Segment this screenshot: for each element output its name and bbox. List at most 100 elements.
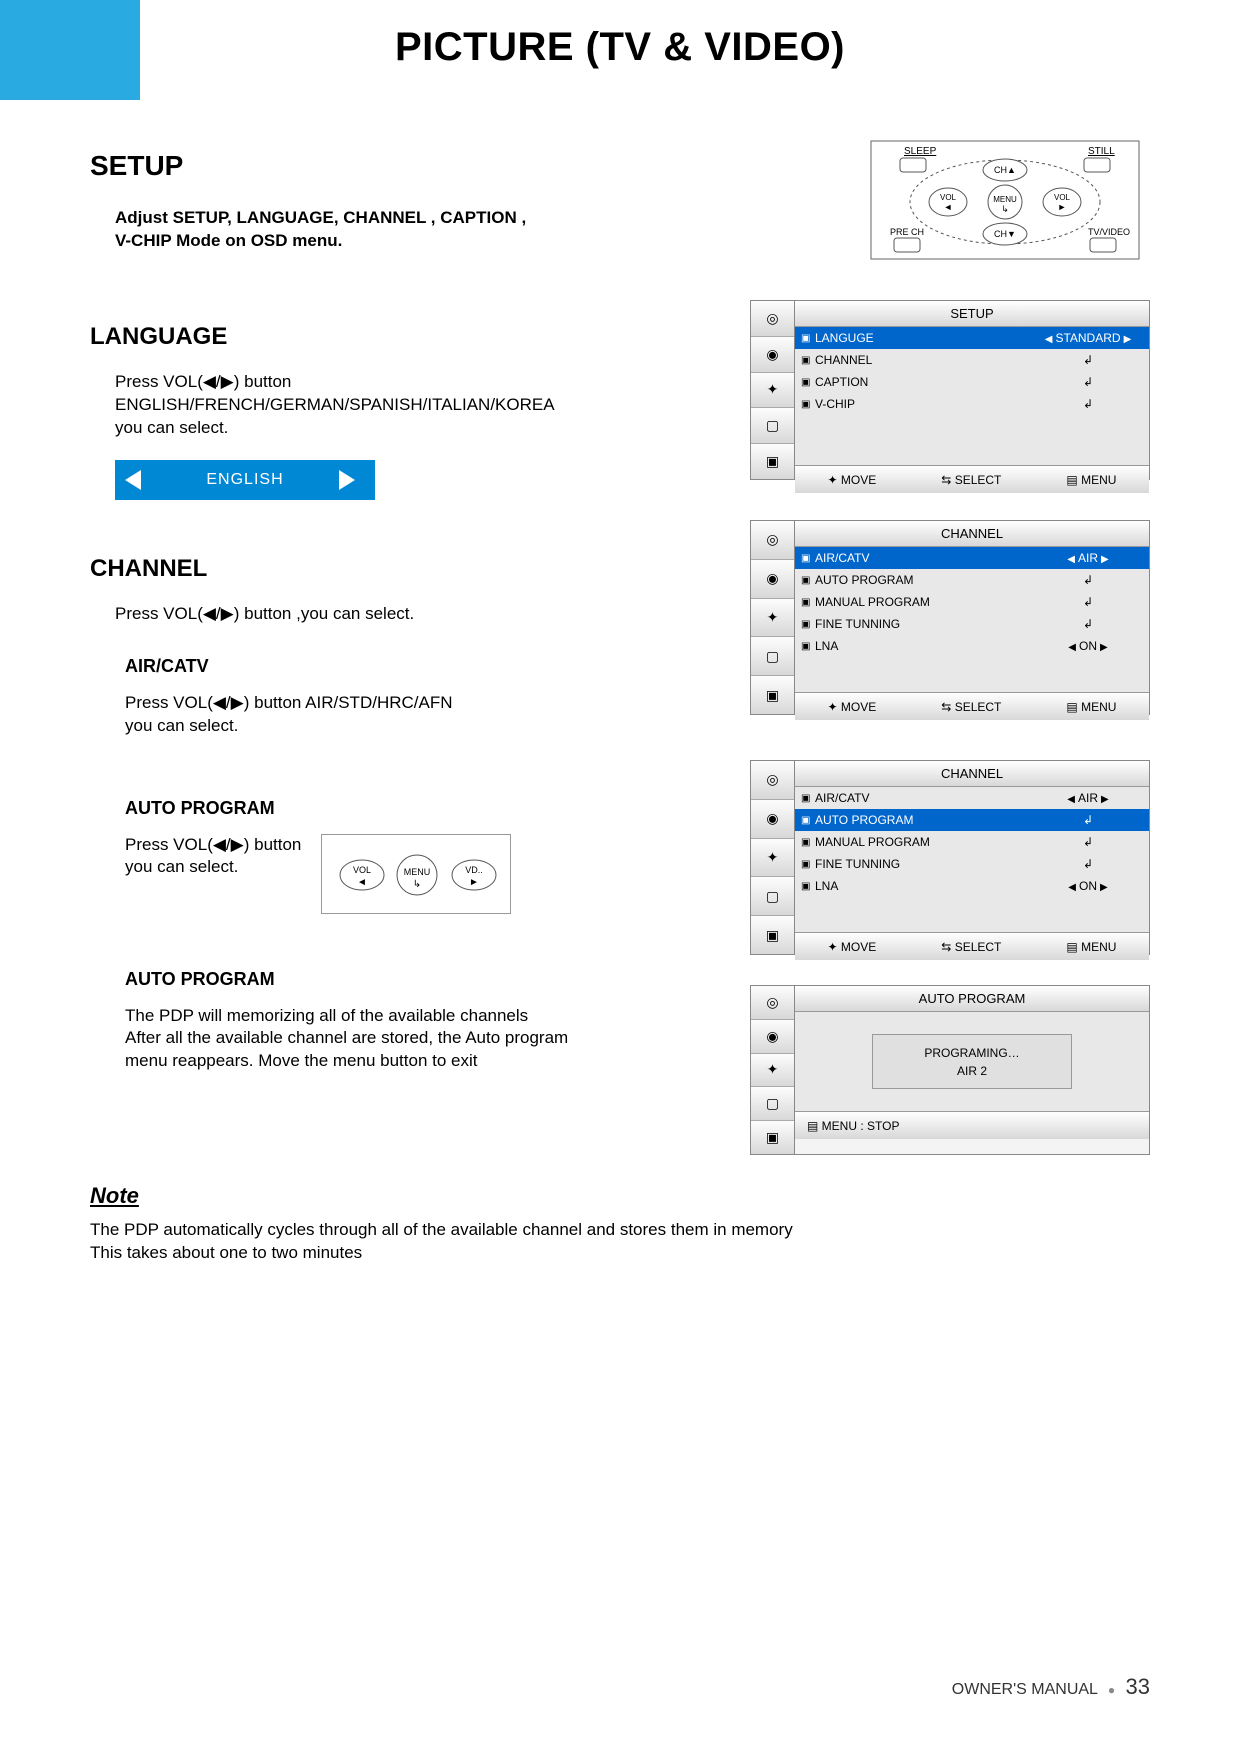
osd-row-value: [1033, 375, 1143, 389]
osd-row[interactable]: ▣LNA◀ON▶: [795, 635, 1149, 657]
osd-setup-rows: ▣LANGUGE◀STANDARD▶▣CHANNEL▣CAPTION▣V-CHI…: [795, 327, 1149, 415]
language-selector[interactable]: ENGLISH: [115, 460, 375, 500]
osd-channel-2-title: CHANNEL: [795, 761, 1149, 787]
osd-sidebar-icon-4[interactable]: ▢: [751, 1087, 794, 1121]
enter-icon[interactable]: [1083, 813, 1093, 827]
osd-row[interactable]: ▣AUTO PROGRAM: [795, 809, 1149, 831]
osd-row-value: [1033, 595, 1143, 609]
osd-sidebar-icon-1[interactable]: ◎: [751, 986, 794, 1020]
osd-row-value: [1033, 857, 1143, 871]
osd-sidebar-icon-2[interactable]: ◉: [751, 800, 794, 839]
enter-icon[interactable]: [1083, 353, 1093, 367]
arrow-right-icon[interactable]: ▶: [1121, 334, 1135, 345]
osd-row[interactable]: ▣AUTO PROGRAM: [795, 569, 1149, 591]
arrow-right-icon[interactable]: [339, 470, 355, 490]
osd-sidebar-icon-5[interactable]: ▣: [751, 444, 794, 479]
osd-row[interactable]: ▣AIR/CATV◀AIR▶: [795, 787, 1149, 809]
osd-sidebar: ◎ ◉ ✦ ▢ ▣: [751, 986, 795, 1154]
osd-row-value: [1033, 397, 1143, 411]
osd-row-key: LANGUGE: [815, 331, 1033, 345]
osd-sidebar-icon-4[interactable]: ▢: [751, 877, 794, 916]
osd-auto-line2: AIR 2: [957, 1064, 987, 1078]
autoprogram-1-body-1: Press VOL(◀/▶) button: [125, 834, 301, 857]
bullet-icon: ▣: [801, 355, 815, 366]
osd-footer-select: ⇆ SELECT: [941, 940, 1001, 954]
osd-auto-line1: PROGRAMING…: [924, 1046, 1019, 1060]
osd-row[interactable]: ▣CAPTION: [795, 371, 1149, 393]
osd-channel-1-rows: ▣AIR/CATV◀AIR▶▣AUTO PROGRAM▣MANUAL PROGR…: [795, 547, 1149, 657]
osd-sidebar-icon-4[interactable]: ▢: [751, 637, 794, 676]
enter-icon[interactable]: [1083, 595, 1093, 609]
osd-row-key: AUTO PROGRAM: [815, 813, 1033, 827]
arrow-left-icon[interactable]: ◀: [1042, 334, 1056, 345]
osd-setup: ◎ ◉ ✦ ▢ ▣ SETUP ▣LANGUGE◀STANDARD▶▣CHANN…: [750, 300, 1150, 480]
arrow-left-icon[interactable]: ◀: [1064, 554, 1078, 565]
osd-row[interactable]: ▣FINE TUNNING: [795, 853, 1149, 875]
bullet-icon: ▣: [801, 597, 815, 608]
osd-channel-2-footer: ✦ MOVE ⇆ SELECT ▤ MENU: [795, 932, 1149, 960]
osd-sidebar-icon-2[interactable]: ◉: [751, 337, 794, 373]
osd-row[interactable]: ▣V-CHIP: [795, 393, 1149, 415]
bullet-icon: ▣: [801, 333, 815, 344]
enter-icon[interactable]: [1083, 397, 1093, 411]
osd-row-value: [1033, 813, 1143, 827]
osd-row[interactable]: ▣LANGUGE◀STANDARD▶: [795, 327, 1149, 349]
osd-row-key: V-CHIP: [815, 397, 1033, 411]
setup-body: Adjust SETUP, LANGUAGE, CHANNEL , CAPTIO…: [115, 207, 535, 253]
osd-footer-menu: ▤ MENU: [1066, 940, 1116, 954]
osd-auto-footer-menu: ▤ MENU : STOP: [807, 1119, 899, 1133]
enter-icon[interactable]: [1083, 375, 1093, 389]
osd-sidebar-icon-1[interactable]: ◎: [751, 301, 794, 337]
osd-auto-title: AUTO PROGRAM: [795, 986, 1149, 1012]
arrow-right-icon[interactable]: ▶: [1098, 554, 1112, 565]
osd-row[interactable]: ▣CHANNEL: [795, 349, 1149, 371]
arrow-right-icon[interactable]: ▶: [1098, 794, 1112, 805]
osd-sidebar-icon-5[interactable]: ▣: [751, 916, 794, 954]
osd-row-value: [1033, 835, 1143, 849]
osd-sidebar-icon-3[interactable]: ✦: [751, 373, 794, 409]
arrow-left-icon[interactable]: [125, 470, 141, 490]
osd-setup-title: SETUP: [795, 301, 1149, 327]
osd-row-key: FINE TUNNING: [815, 617, 1033, 631]
osd-sidebar-icon-5[interactable]: ▣: [751, 1121, 794, 1154]
osd-row-value: [1033, 617, 1143, 631]
enter-icon[interactable]: [1083, 857, 1093, 871]
osd-sidebar: ◎ ◉ ✦ ▢ ▣: [751, 301, 795, 479]
osd-row-key: AIR/CATV: [815, 551, 1033, 565]
osd-sidebar-icon-2[interactable]: ◉: [751, 560, 794, 599]
osd-channel-1-title: CHANNEL: [795, 521, 1149, 547]
enter-icon[interactable]: [1083, 573, 1093, 587]
osd-row[interactable]: ▣MANUAL PROGRAM: [795, 831, 1149, 853]
osd-sidebar-icon-3[interactable]: ✦: [751, 599, 794, 638]
bullet-icon: ▣: [801, 377, 815, 388]
enter-icon[interactable]: [1083, 835, 1093, 849]
arrow-right-icon[interactable]: ▶: [1097, 882, 1111, 893]
footer-page-number: 33: [1126, 1674, 1150, 1699]
osd-sidebar-icon-5[interactable]: ▣: [751, 676, 794, 714]
osd-row[interactable]: ▣AIR/CATV◀AIR▶: [795, 547, 1149, 569]
arrow-right-icon[interactable]: ▶: [1097, 642, 1111, 653]
arrow-left-icon[interactable]: ◀: [1065, 882, 1079, 893]
osd-sidebar-icon-1[interactable]: ◎: [751, 521, 794, 560]
arrow-left-icon[interactable]: ◀: [1065, 642, 1079, 653]
bullet-icon: ▣: [801, 399, 815, 410]
osd-channel-2: ◎ ◉ ✦ ▢ ▣ CHANNEL ▣AIR/CATV◀AIR▶▣AUTO PR…: [750, 760, 1150, 955]
osd-sidebar-icon-4[interactable]: ▢: [751, 408, 794, 444]
osd-row-key: LNA: [815, 879, 1033, 893]
osd-sidebar-icon-1[interactable]: ◎: [751, 761, 794, 800]
osd-row[interactable]: ▣FINE TUNNING: [795, 613, 1149, 635]
osd-row[interactable]: ▣MANUAL PROGRAM: [795, 591, 1149, 613]
enter-icon[interactable]: [1083, 617, 1093, 631]
osd-footer-move: ✦ MOVE: [828, 940, 877, 954]
osd-sidebar-icon-3[interactable]: ✦: [751, 839, 794, 878]
osd-auto-program: ◎ ◉ ✦ ▢ ▣ AUTO PROGRAM PROGRAMING… AIR 2…: [750, 985, 1150, 1155]
osd-auto-box: PROGRAMING… AIR 2: [872, 1034, 1072, 1089]
osd-row-value: [1033, 353, 1143, 367]
osd-sidebar-icon-2[interactable]: ◉: [751, 1020, 794, 1054]
osd-sidebar: ◎ ◉ ✦ ▢ ▣: [751, 521, 795, 714]
arrow-left-icon[interactable]: ◀: [1064, 794, 1078, 805]
osd-footer-move: ✦ MOVE: [828, 473, 877, 487]
osd-row[interactable]: ▣LNA◀ON▶: [795, 875, 1149, 897]
osd-sidebar-icon-3[interactable]: ✦: [751, 1054, 794, 1088]
bullet-icon: ▣: [801, 793, 815, 804]
